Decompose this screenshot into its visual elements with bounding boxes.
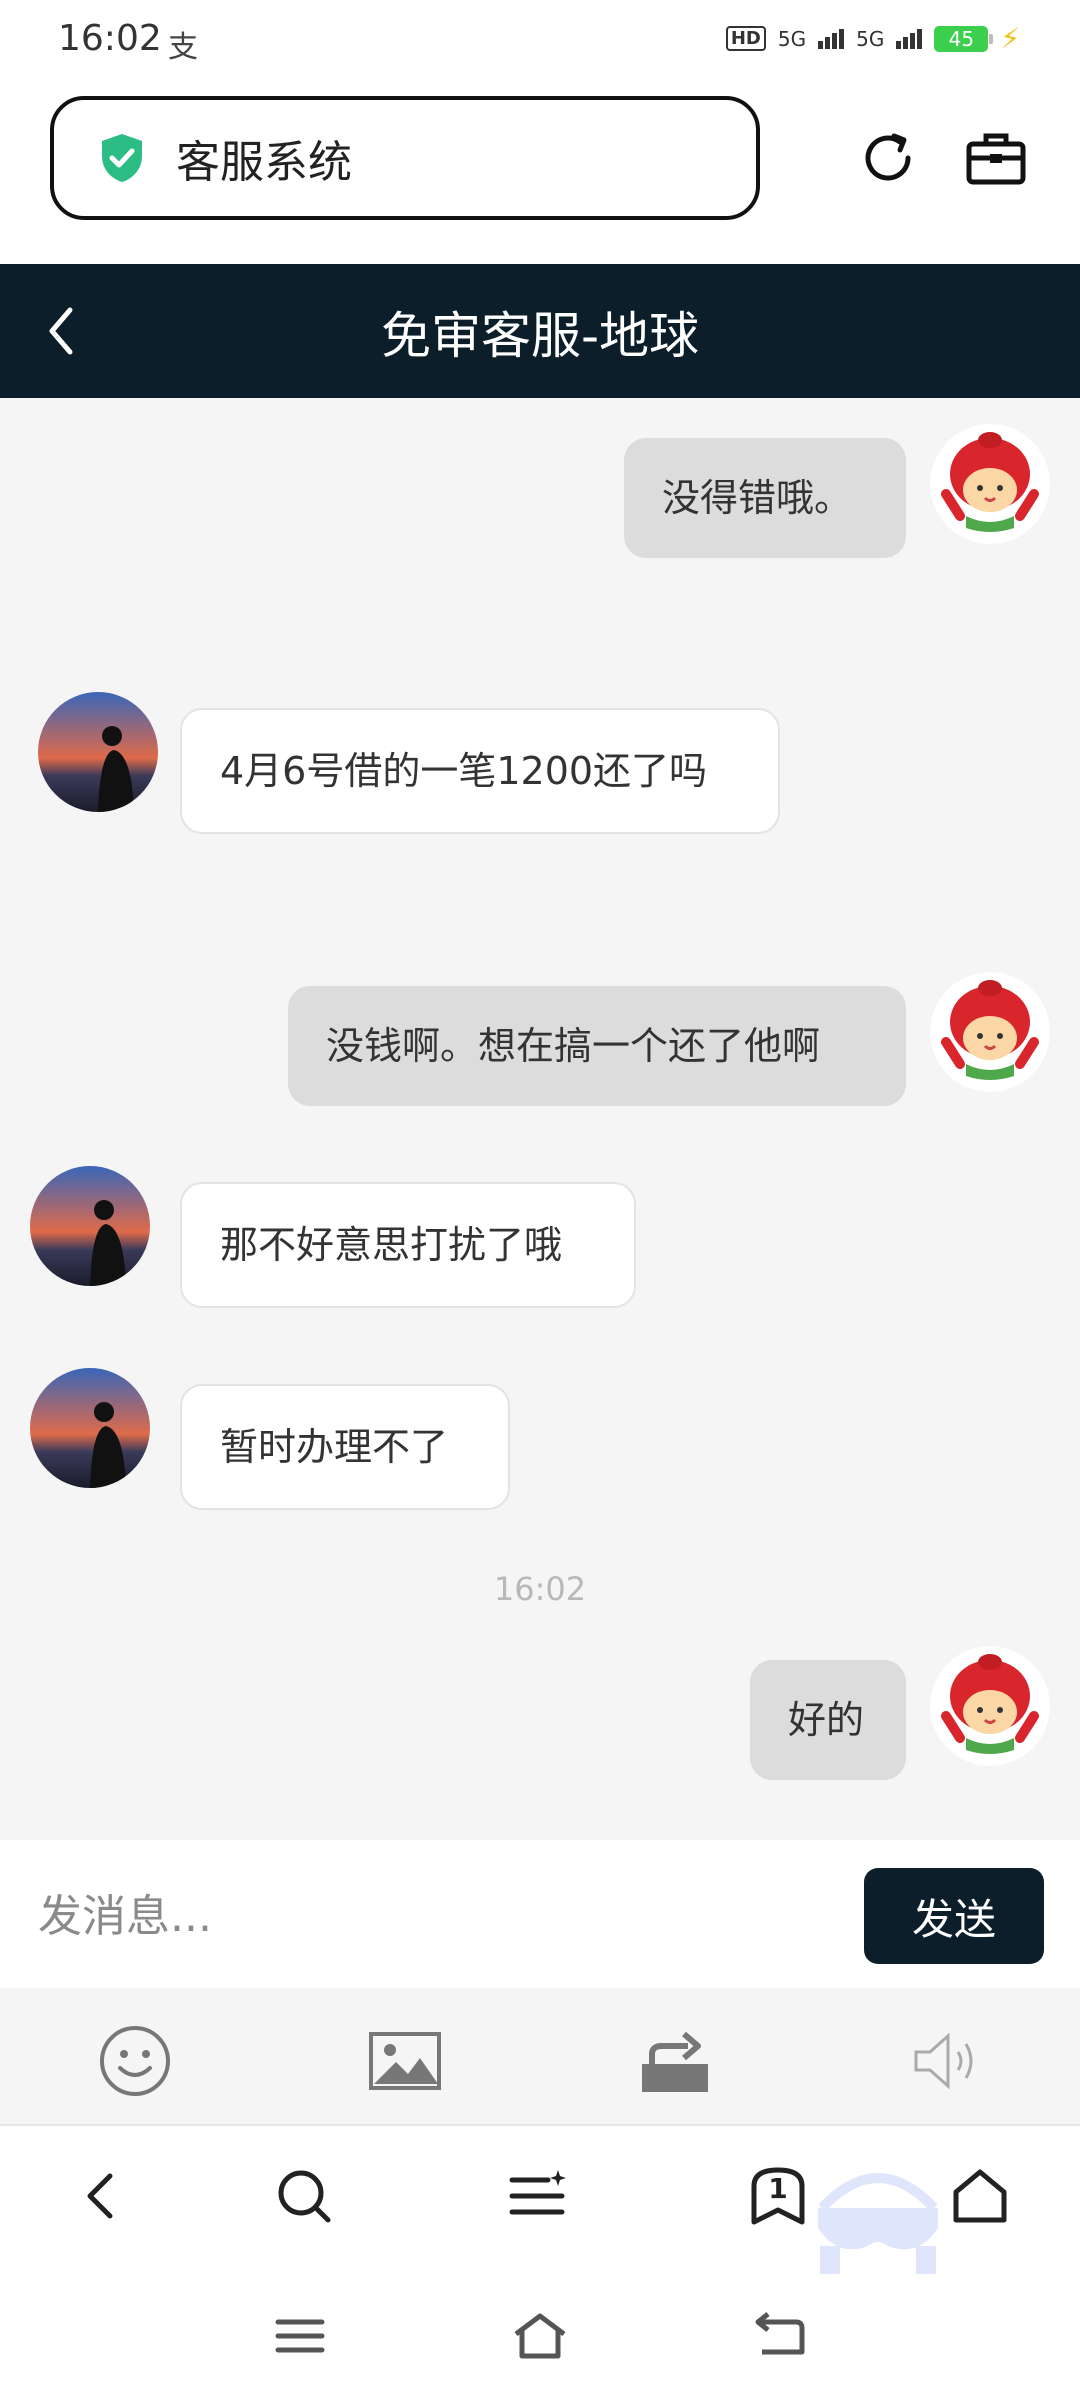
- message-text: 没得错哦。: [662, 476, 853, 520]
- message-bubble-sent[interactable]: 没得错哦。: [624, 438, 906, 558]
- menu-sparkle-icon[interactable]: [508, 2166, 568, 2226]
- signal-icon: [818, 28, 845, 49]
- message-bubble-received[interactable]: 那不好意思打扰了哦: [180, 1182, 636, 1308]
- send-button[interactable]: 发送: [864, 1868, 1044, 1964]
- user-avatar[interactable]: [930, 1646, 1050, 1766]
- tab-count: 1: [768, 2172, 788, 2205]
- battery-icon: 45: [934, 25, 994, 52]
- contact-avatar[interactable]: [30, 1166, 150, 1286]
- shield-check-icon: [102, 134, 142, 182]
- message-text: 暂时办理不了: [220, 1425, 449, 1469]
- signal-icon-2: [896, 28, 923, 49]
- message-bubble-received[interactable]: 暂时办理不了: [180, 1384, 510, 1510]
- system-back-icon[interactable]: [752, 2308, 808, 2364]
- sunset-photo-icon: [30, 1166, 150, 1286]
- address-text: 客服系统: [176, 137, 352, 188]
- sunset-photo-icon: [30, 1368, 150, 1488]
- message-text: 4月6号借的一笔1200还了吗: [220, 749, 708, 793]
- tabs-button[interactable]: 1: [746, 2164, 810, 2228]
- reload-icon[interactable]: [858, 128, 918, 188]
- recent-apps-icon[interactable]: [272, 2308, 328, 2364]
- address-bar[interactable]: 客服系统: [50, 96, 760, 220]
- chat-title: 免审客服-地球: [380, 307, 700, 365]
- message-text: 那不好意思打扰了哦: [220, 1223, 563, 1267]
- chat-area[interactable]: 没得错哦。 4月6号借的一笔1200还了吗 没钱啊。想在搞一个还了他啊 那不好意…: [0, 398, 1080, 1840]
- network-label-1: 5G: [777, 26, 807, 51]
- network-label-2: 5G: [856, 26, 885, 51]
- message-text: 没钱啊。想在搞一个还了他啊: [326, 1024, 821, 1068]
- sunset-photo-icon: [38, 692, 158, 812]
- mascot-icon: [930, 424, 1050, 544]
- message-timestamp: 16:02: [493, 1570, 587, 1608]
- share-icon[interactable]: [638, 2024, 712, 2098]
- goggles-decoration-icon: [818, 2173, 938, 2274]
- notification-icon: 支: [168, 30, 198, 65]
- message-text: 好的: [788, 1698, 865, 1742]
- image-icon[interactable]: [368, 2024, 442, 2098]
- user-avatar[interactable]: [930, 424, 1050, 544]
- contact-avatar[interactable]: [38, 692, 158, 812]
- status-time: 16:02: [58, 18, 162, 59]
- charging-icon: ⚡: [1000, 22, 1020, 55]
- home-icon[interactable]: [950, 2166, 1010, 2226]
- hd-icon: HD: [725, 26, 766, 51]
- status-indicators: HD 5G 5G 45 ⚡: [725, 22, 1020, 55]
- mascot-icon: [930, 1646, 1050, 1766]
- contact-avatar[interactable]: [30, 1368, 150, 1488]
- toolbox-icon[interactable]: [966, 130, 1026, 186]
- speaker-icon[interactable]: [908, 2024, 982, 2098]
- mascot-icon: [930, 972, 1050, 1092]
- message-bubble-sent[interactable]: 没钱啊。想在搞一个还了他啊: [288, 986, 906, 1106]
- message-input[interactable]: [36, 1880, 840, 1952]
- message-bubble-received[interactable]: 4月6号借的一笔1200还了吗: [180, 708, 780, 834]
- user-avatar[interactable]: [930, 972, 1050, 1092]
- browser-back-icon[interactable]: [72, 2166, 132, 2226]
- emoji-icon[interactable]: [98, 2024, 172, 2098]
- system-home-icon[interactable]: [512, 2308, 568, 2364]
- message-bubble-sent[interactable]: 好的: [750, 1660, 906, 1780]
- search-icon[interactable]: [274, 2166, 334, 2226]
